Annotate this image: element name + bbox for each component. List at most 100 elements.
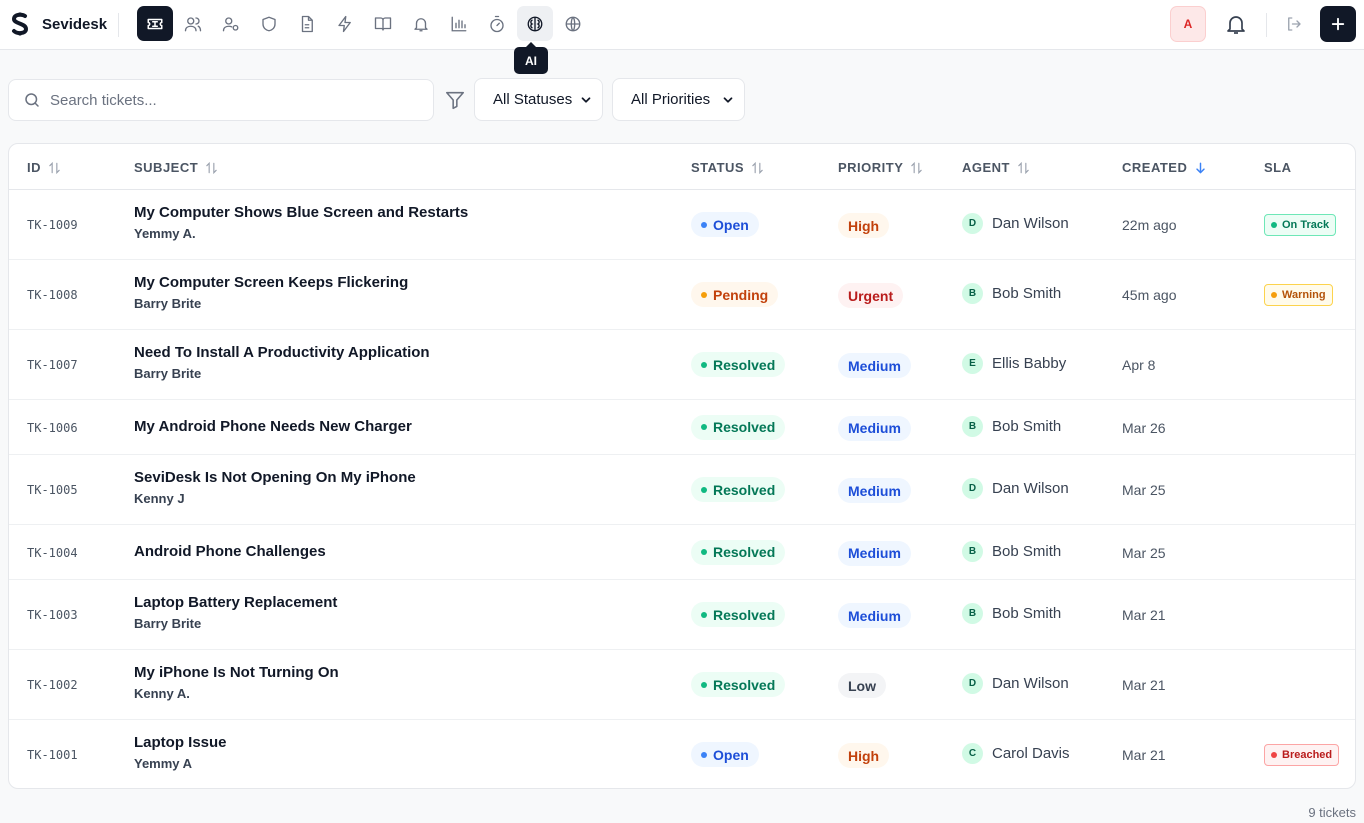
notifications-button[interactable] bbox=[1219, 7, 1253, 41]
ticket-requester: Kenny A. bbox=[134, 686, 190, 701]
ticket-subject-title[interactable]: My Android Phone Needs New Charger bbox=[134, 418, 412, 435]
sla-label: Breached bbox=[1282, 749, 1333, 761]
bell-icon bbox=[414, 17, 428, 31]
table-row[interactable]: TK-1003 Laptop Battery Replacement Barry… bbox=[9, 580, 1355, 650]
table-row[interactable]: TK-1002 My iPhone Is Not Turning On Kenn… bbox=[9, 650, 1355, 720]
status-cell: Resolved bbox=[691, 477, 786, 502]
ticket-subject[interactable]: SeviDesk Is Not Opening On My iPhone Ken… bbox=[134, 469, 416, 506]
nav-reports[interactable] bbox=[441, 6, 477, 41]
agent-avatar: D bbox=[962, 673, 983, 694]
table-row[interactable]: TK-1009 My Computer Shows Blue Screen an… bbox=[9, 190, 1355, 260]
ticket-subject-title[interactable]: SeviDesk Is Not Opening On My iPhone bbox=[134, 469, 416, 486]
nav-automations[interactable] bbox=[327, 6, 363, 41]
ticket-count: 9 tickets bbox=[1308, 805, 1356, 820]
brand[interactable]: Sevidesk bbox=[10, 10, 107, 38]
status-label: Open bbox=[713, 216, 749, 233]
ticket-subject-title[interactable]: Android Phone Challenges bbox=[134, 543, 326, 560]
filter-icon[interactable] bbox=[444, 89, 466, 111]
logout-button[interactable] bbox=[1278, 8, 1310, 40]
status-filter-select[interactable]: All Statuses bbox=[474, 78, 603, 121]
table-row[interactable]: TK-1007 Need To Install A Productivity A… bbox=[9, 330, 1355, 400]
table-row[interactable]: TK-1004 Android Phone Challenges Resolve… bbox=[9, 525, 1355, 580]
status-badge: Open bbox=[691, 742, 759, 767]
status-dot-icon bbox=[701, 221, 707, 228]
status-cell: Resolved bbox=[691, 672, 786, 697]
ticket-id[interactable]: TK-1007 bbox=[27, 358, 78, 372]
column-header-agent[interactable]: AGENT bbox=[962, 160, 1031, 175]
ticket-id[interactable]: TK-1002 bbox=[27, 678, 78, 692]
agent-cell: D Dan Wilson bbox=[962, 673, 1069, 694]
sevidesk-logo-icon bbox=[10, 12, 30, 36]
ticket-id[interactable]: TK-1009 bbox=[27, 218, 78, 232]
nav-knowledge-base[interactable] bbox=[365, 6, 401, 41]
nav-user-settings[interactable] bbox=[213, 6, 249, 41]
ticket-subject-title[interactable]: Need To Install A Productivity Applicati… bbox=[134, 344, 430, 361]
column-header-subject[interactable]: SUBJECT bbox=[134, 160, 219, 175]
table-row[interactable]: TK-1006 My Android Phone Needs New Charg… bbox=[9, 400, 1355, 455]
ticket-subject[interactable]: My Computer Shows Blue Screen and Restar… bbox=[134, 204, 468, 241]
status-badge: Resolved bbox=[691, 602, 786, 627]
ticket-id[interactable]: TK-1008 bbox=[27, 288, 78, 302]
agent-avatar: B bbox=[962, 415, 983, 437]
status-label: Resolved bbox=[713, 544, 776, 560]
ticket-subject-title[interactable]: Laptop Battery Replacement bbox=[134, 594, 337, 611]
column-header-sla: SLA bbox=[1264, 160, 1292, 175]
app-name: Sevidesk bbox=[42, 15, 108, 33]
user-avatar[interactable]: A bbox=[1170, 6, 1206, 42]
status-dot-icon bbox=[701, 291, 707, 298]
table-row[interactable]: TK-1008 My Computer Screen Keeps Flicker… bbox=[9, 260, 1355, 330]
ticket-requester: Yemmy A bbox=[134, 756, 193, 771]
ticket-id[interactable]: TK-1006 bbox=[27, 421, 78, 435]
nav-ai[interactable] bbox=[517, 6, 553, 41]
tickets-table: ID SUBJECT STATUS PRIORITY AGENT CREATED… bbox=[8, 143, 1356, 789]
priority-badge: Medium bbox=[838, 540, 911, 566]
agent-name: Dan Wilson bbox=[992, 480, 1069, 497]
column-header-priority[interactable]: PRIORITY bbox=[838, 160, 924, 175]
ticket-subject[interactable]: My Computer Screen Keeps Flickering Barr… bbox=[134, 274, 408, 311]
ticket-id[interactable]: TK-1001 bbox=[27, 748, 78, 762]
nav-global[interactable] bbox=[555, 6, 591, 41]
bar-chart-icon bbox=[451, 16, 467, 31]
ticket-id[interactable]: TK-1004 bbox=[27, 546, 78, 560]
nav-users[interactable] bbox=[175, 6, 211, 41]
new-ticket-button[interactable] bbox=[1320, 6, 1356, 42]
priority-cell: Medium bbox=[838, 603, 911, 628]
ticket-id[interactable]: TK-1003 bbox=[27, 608, 78, 622]
status-dot-icon bbox=[701, 424, 707, 430]
priority-filter-select[interactable]: All Priorities bbox=[612, 78, 745, 121]
ticket-subject-title[interactable]: My iPhone Is Not Turning On bbox=[134, 664, 339, 681]
priority-cell: Medium bbox=[838, 353, 911, 378]
nav-tickets[interactable] bbox=[137, 6, 173, 41]
search-input[interactable] bbox=[50, 91, 420, 109]
ticket-subject[interactable]: My iPhone Is Not Turning On Kenny A. bbox=[134, 664, 339, 701]
status-badge: Pending bbox=[691, 282, 779, 307]
shield-icon bbox=[262, 16, 276, 31]
status-cell: Open bbox=[691, 742, 759, 767]
column-header-status[interactable]: STATUS bbox=[691, 160, 765, 175]
sla-dot-icon bbox=[1271, 292, 1277, 298]
agent-avatar: B bbox=[962, 603, 983, 624]
ticket-subject[interactable]: Laptop Issue Yemmy A bbox=[134, 734, 227, 771]
table-row[interactable]: TK-1001 Laptop Issue Yemmy A Open High C… bbox=[9, 720, 1355, 788]
nav-notifications[interactable] bbox=[403, 6, 439, 41]
priority-badge: Urgent bbox=[838, 283, 904, 308]
ticket-subject-title[interactable]: Laptop Issue bbox=[134, 734, 227, 751]
ticket-subject-title[interactable]: My Computer Shows Blue Screen and Restar… bbox=[134, 204, 468, 221]
ticket-subject-title[interactable]: My Computer Screen Keeps Flickering bbox=[134, 274, 408, 291]
column-header-created[interactable]: CREATED bbox=[1122, 160, 1208, 175]
ticket-subject[interactable]: Need To Install A Productivity Applicati… bbox=[134, 344, 430, 381]
ticket-subject[interactable]: Android Phone Challenges bbox=[134, 543, 326, 560]
ticket-subject[interactable]: My Android Phone Needs New Charger bbox=[134, 418, 412, 435]
ticket-id[interactable]: TK-1005 bbox=[27, 483, 78, 497]
agent-avatar: B bbox=[962, 540, 983, 562]
chevron-down-icon bbox=[581, 97, 591, 103]
table-row[interactable]: TK-1005 SeviDesk Is Not Opening On My iP… bbox=[9, 455, 1355, 525]
priority-cell: Low bbox=[838, 673, 886, 698]
ticket-subject[interactable]: Laptop Battery Replacement Barry Brite bbox=[134, 594, 337, 631]
column-header-id[interactable]: ID bbox=[27, 160, 62, 175]
agent-name: Ellis Babby bbox=[992, 355, 1067, 372]
nav-documents[interactable] bbox=[289, 6, 325, 41]
status-label: Pending bbox=[713, 286, 769, 303]
nav-security[interactable] bbox=[251, 6, 287, 41]
nav-timer[interactable] bbox=[479, 6, 515, 41]
